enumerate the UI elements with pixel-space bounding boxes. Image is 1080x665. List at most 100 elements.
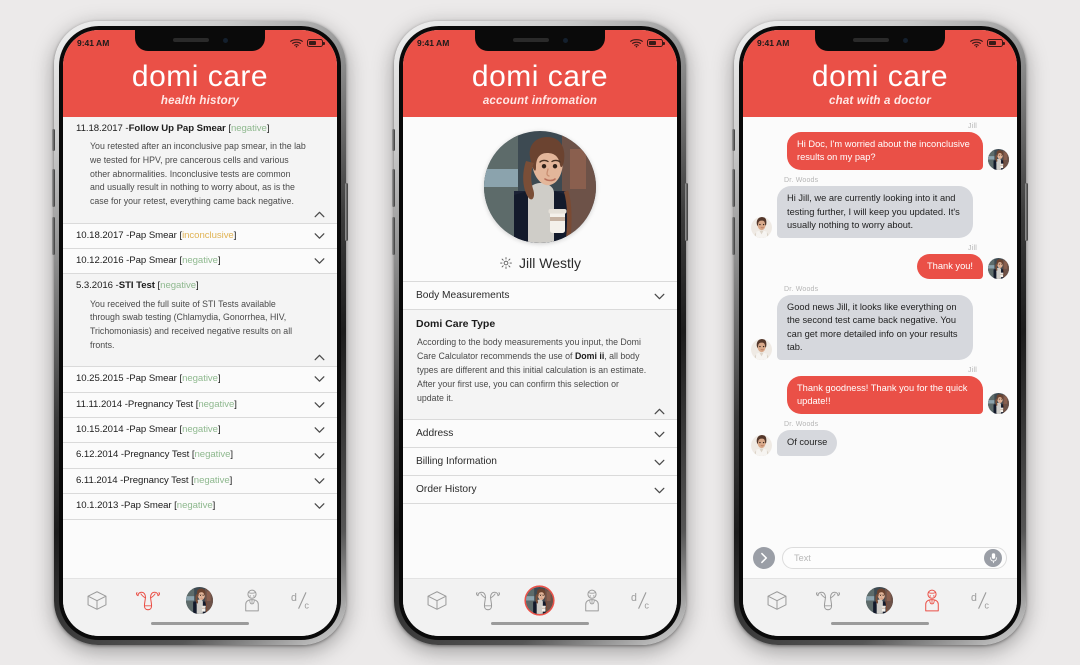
earpiece-speaker [172, 38, 209, 42]
doctor-icon [242, 589, 262, 612]
tab-uterus[interactable] [128, 584, 168, 616]
chevron-down-icon[interactable] [653, 456, 666, 469]
history-item-date: 10.18.2017 - [76, 229, 130, 241]
chat-bubble: Thank you! [917, 254, 983, 280]
front-camera-icon [902, 37, 908, 43]
chevron-up-icon[interactable] [653, 405, 666, 418]
message-list: Jill Hi Doc, I'm worried about the inconc… [751, 123, 1009, 462]
bracket-close: ] [212, 500, 216, 512]
volume-up-button[interactable] [392, 168, 395, 207]
tab-domi-care-logo[interactable] [623, 584, 663, 616]
history-item-header: 5.3.2016 - STI Test [negative] [76, 279, 325, 293]
power-button[interactable] [1025, 182, 1028, 241]
account-content: Jill Westly Body Measurements Domi Care T… [403, 117, 677, 578]
tab-uterus[interactable] [808, 584, 848, 616]
tab-doctor[interactable] [232, 584, 272, 616]
history-item-title: Follow Up Pap Smear [128, 123, 226, 135]
silent-switch[interactable] [52, 128, 55, 151]
tab-domi-care-logo[interactable] [963, 584, 1003, 616]
history-item[interactable]: 10.15.2014 - Pap Smear [negative] [63, 418, 337, 444]
chevron-down-icon[interactable] [653, 290, 666, 303]
doctor-photo-icon [751, 217, 772, 238]
account-row[interactable]: Billing Information [403, 448, 677, 477]
account-row[interactable]: Order History [403, 476, 677, 505]
history-item[interactable]: 11.11.2014 - Pregnancy Test [negative] [63, 392, 337, 419]
volume-up-button[interactable] [52, 168, 55, 207]
tab-doctor[interactable] [912, 584, 952, 616]
doctor-avatar[interactable] [751, 339, 772, 360]
power-button[interactable] [685, 182, 688, 241]
profile-photo-icon [186, 587, 213, 614]
account-row-title: Domi Care Type [416, 318, 496, 331]
status-indicators [970, 38, 1005, 48]
chevron-down-icon[interactable] [313, 475, 326, 488]
history-item-date: 11.11.2014 - [76, 398, 128, 410]
chevron-down-icon[interactable] [653, 428, 666, 441]
volume-down-button[interactable] [52, 216, 55, 255]
chat-text-input[interactable]: Text [782, 546, 1007, 569]
chevron-down-icon[interactable] [313, 255, 326, 268]
domi-type-value: Domi ii [574, 351, 605, 362]
profile-header: Jill Westly [403, 117, 677, 282]
chevron-down-icon[interactable] [313, 449, 326, 462]
silent-switch[interactable] [732, 128, 735, 151]
history-item-date: 10.12.2016 - [76, 255, 130, 266]
volume-up-button[interactable] [732, 168, 735, 207]
earpiece-speaker [852, 38, 889, 42]
jill-avatar[interactable] [988, 258, 1009, 279]
gear-icon[interactable] [499, 256, 513, 270]
phone-account-information: 9:41 AM domi care account infromation Ji… [392, 20, 688, 645]
jill-avatar[interactable] [988, 149, 1009, 170]
account-row[interactable]: Body Measurements [403, 281, 677, 311]
tab-profile-photo[interactable] [860, 584, 900, 616]
history-item[interactable]: 6.11.2014 - Pregnancy Test [negative] [63, 468, 337, 495]
chevron-down-icon[interactable] [313, 424, 326, 437]
history-item[interactable]: 5.3.2016 - STI Test [negative] You receiv… [63, 274, 337, 368]
tab-uterus[interactable] [468, 584, 508, 616]
account-row[interactable]: Address [403, 420, 677, 449]
doctor-avatar[interactable] [751, 217, 772, 238]
tab-domi-care-logo[interactable] [283, 584, 323, 616]
chevron-down-icon[interactable] [313, 373, 326, 386]
home-indicator[interactable] [63, 621, 337, 636]
chevron-down-icon[interactable] [313, 500, 326, 513]
history-item[interactable]: 10.25.2015 - Pap Smear [negative] [63, 367, 337, 393]
history-item-title: Pap Smear [129, 373, 177, 385]
tab-doctor[interactable] [572, 584, 612, 616]
profile-avatar[interactable] [484, 131, 596, 243]
profile-photo-icon [988, 149, 1009, 170]
chevron-down-icon[interactable] [313, 398, 326, 411]
tab-package-box[interactable] [757, 584, 797, 616]
home-indicator[interactable] [403, 621, 677, 636]
chat-message: Jill Thank you! [751, 245, 1009, 280]
history-item[interactable]: 6.12.2014 - Pregnancy Test [negative] [63, 443, 337, 469]
account-row[interactable]: Domi Care Type According to the body meas… [403, 310, 677, 421]
microphone-button[interactable] [984, 548, 1002, 567]
silent-switch[interactable] [392, 128, 395, 151]
profile-photo-icon [988, 258, 1009, 279]
history-item-result: negative [182, 255, 218, 266]
home-indicator[interactable] [743, 621, 1017, 636]
jill-avatar[interactable] [988, 393, 1009, 414]
volume-down-button[interactable] [392, 216, 395, 255]
volume-down-button[interactable] [732, 216, 735, 255]
domi-care-logo-icon [631, 591, 655, 610]
history-item[interactable]: 11.18.2017 - Follow Up Pap Smear [negati… [63, 117, 337, 224]
history-item[interactable]: 10.12.2016 - Pap Smear [negative] [63, 249, 337, 275]
bracket-close: ] [217, 373, 221, 385]
chevron-down-icon[interactable] [653, 484, 666, 497]
doctor-avatar[interactable] [751, 435, 772, 456]
power-button[interactable] [345, 182, 348, 241]
chevron-up-icon[interactable] [313, 351, 326, 364]
tab-profile-photo[interactable] [180, 584, 220, 616]
tab-package-box[interactable] [417, 584, 457, 616]
chat-message-sender: Jill [968, 123, 977, 131]
chevron-down-icon[interactable] [313, 229, 326, 242]
send-button[interactable] [753, 546, 775, 569]
history-item[interactable]: 10.1.2013 - Pap Smear [negative] [63, 494, 337, 520]
tab-package-box[interactable] [77, 584, 117, 616]
profile-name-row[interactable]: Jill Westly [403, 255, 677, 271]
history-item[interactable]: 10.18.2017 - Pap Smear [inconclusive] [63, 223, 337, 249]
chevron-up-icon[interactable] [313, 208, 326, 221]
tab-profile-photo[interactable] [520, 584, 560, 616]
